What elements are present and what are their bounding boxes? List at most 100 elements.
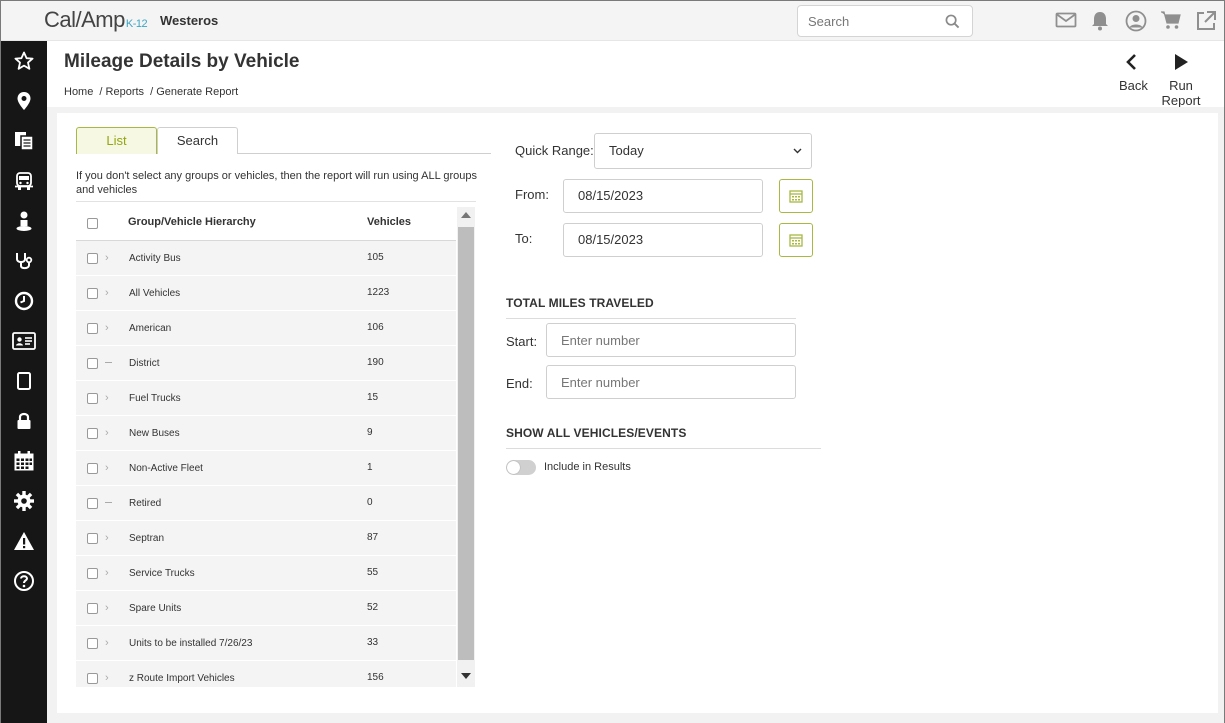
start-miles-input[interactable] xyxy=(546,323,796,357)
external-link-icon[interactable] xyxy=(1195,10,1218,32)
chevron-right-icon[interactable]: › xyxy=(105,287,109,299)
chevron-left-icon xyxy=(1126,54,1136,70)
chevron-right-icon[interactable]: › xyxy=(105,602,109,614)
table-row[interactable]: › Units to be installed 7/26/23 33 xyxy=(76,626,456,661)
row-checkbox[interactable] xyxy=(87,533,98,544)
table-row[interactable]: › American 106 xyxy=(76,311,456,346)
user-icon[interactable] xyxy=(1125,10,1148,32)
row-checkbox[interactable] xyxy=(87,288,98,299)
lock-icon[interactable] xyxy=(12,409,36,433)
row-checkbox[interactable] xyxy=(87,638,98,649)
total-miles-heading: TOTAL MILES TRAVELED xyxy=(506,296,654,310)
table-row[interactable]: › Service Trucks 55 xyxy=(76,556,456,591)
page-title: Mileage Details by Vehicle xyxy=(64,51,300,72)
table-row[interactable]: › Fuel Trucks 15 xyxy=(76,381,456,416)
chevron-right-icon[interactable]: › xyxy=(105,252,109,264)
mail-icon[interactable] xyxy=(1055,10,1078,32)
chevron-right-icon[interactable]: › xyxy=(105,672,109,684)
vehicle-count: 87 xyxy=(367,532,379,543)
table-row[interactable]: › Spare Units 52 xyxy=(76,591,456,626)
to-calendar-button[interactable] xyxy=(779,223,813,257)
documents-icon[interactable] xyxy=(12,129,36,153)
table-row[interactable]: Retired 0 xyxy=(76,486,456,521)
end-miles-input[interactable] xyxy=(546,365,796,399)
group-name: Retired xyxy=(129,498,162,509)
calamp-logo[interactable]: Cal/AmpK-12 xyxy=(44,7,148,33)
chevron-right-icon[interactable]: › xyxy=(105,462,109,474)
quick-range-value: Today xyxy=(609,143,644,158)
logo-text: Cal/Amp xyxy=(44,7,125,32)
breadcrumb-home[interactable]: Home xyxy=(64,86,93,98)
end-label: End: xyxy=(506,376,533,391)
chevron-right-icon[interactable]: › xyxy=(105,392,109,404)
select-all-checkbox[interactable] xyxy=(87,218,98,229)
cart-icon[interactable] xyxy=(1160,10,1183,32)
bus-icon[interactable] xyxy=(12,169,36,193)
search-input[interactable] xyxy=(798,6,938,36)
group-name: Activity Bus xyxy=(129,253,181,264)
from-calendar-button[interactable] xyxy=(779,179,813,213)
search-icon[interactable] xyxy=(945,14,960,32)
row-checkbox[interactable] xyxy=(87,568,98,579)
help-icon[interactable] xyxy=(12,569,36,593)
gear-icon[interactable] xyxy=(12,489,36,513)
table-row[interactable]: › z Route Import Vehicles 156 xyxy=(76,661,456,687)
vehicle-count: 1 xyxy=(367,462,373,473)
table-row[interactable]: › Non-Active Fleet 1 xyxy=(76,451,456,486)
driver-icon[interactable] xyxy=(12,209,36,233)
clock-icon[interactable] xyxy=(12,289,36,313)
star-icon[interactable] xyxy=(12,49,36,73)
calendar-icon[interactable] xyxy=(12,449,36,473)
tablet-icon[interactable] xyxy=(12,369,36,393)
scroll-down-arrow-icon[interactable] xyxy=(461,673,471,679)
warning-icon[interactable] xyxy=(12,529,36,553)
location-pin-icon[interactable] xyxy=(12,89,36,113)
include-in-results-toggle[interactable] xyxy=(506,460,536,475)
table-row[interactable]: › New Buses 9 xyxy=(76,416,456,451)
tab-list[interactable]: List xyxy=(76,127,157,154)
to-date-input[interactable]: 08/15/2023 xyxy=(563,223,763,257)
run-report-button[interactable]: Run Report xyxy=(1156,53,1206,108)
group-name: Septran xyxy=(129,533,165,544)
calendar-icon xyxy=(789,234,803,247)
group-name: Spare Units xyxy=(129,603,182,614)
id-card-icon[interactable] xyxy=(12,329,36,353)
back-button[interactable]: Back xyxy=(1119,53,1148,93)
scroll-up-arrow-icon[interactable] xyxy=(461,212,471,218)
scrollbar-thumb[interactable] xyxy=(458,227,474,660)
table-row[interactable]: District 190 xyxy=(76,346,456,381)
bell-icon[interactable] xyxy=(1090,10,1113,32)
show-all-heading: SHOW ALL VEHICLES/EVENTS xyxy=(506,426,687,440)
vehicle-count: 1223 xyxy=(367,287,390,298)
row-checkbox[interactable] xyxy=(87,323,98,334)
row-checkbox[interactable] xyxy=(87,393,98,404)
breadcrumb-generate-report: / Generate Report xyxy=(150,86,239,98)
chevron-right-icon[interactable]: › xyxy=(105,427,109,439)
group-name: Service Trucks xyxy=(129,568,195,579)
chevron-right-icon[interactable]: › xyxy=(105,322,109,334)
logo-k12: K-12 xyxy=(125,18,148,30)
toggle-knob xyxy=(507,461,520,474)
row-checkbox[interactable] xyxy=(87,358,98,369)
row-checkbox[interactable] xyxy=(87,253,98,264)
chevron-right-icon[interactable]: › xyxy=(105,567,109,579)
column-header-hierarchy[interactable]: Group/Vehicle Hierarchy xyxy=(128,216,256,228)
chevron-right-icon[interactable]: › xyxy=(105,637,109,649)
row-checkbox[interactable] xyxy=(87,673,98,684)
tab-search[interactable]: Search xyxy=(157,127,238,154)
quick-range-select[interactable]: Today xyxy=(594,133,812,169)
column-header-vehicles[interactable]: Vehicles xyxy=(367,216,411,228)
quick-range-label: Quick Range: xyxy=(515,143,594,158)
chevron-right-icon[interactable]: › xyxy=(105,532,109,544)
row-checkbox[interactable] xyxy=(87,603,98,614)
from-date-input[interactable]: 08/15/2023 xyxy=(563,179,763,213)
table-scrollbar[interactable] xyxy=(457,207,475,687)
breadcrumb-reports[interactable]: / Reports xyxy=(99,86,144,98)
table-row[interactable]: › All Vehicles 1223 xyxy=(76,276,456,311)
table-row[interactable]: › Activity Bus 105 xyxy=(76,241,456,276)
row-checkbox[interactable] xyxy=(87,498,98,509)
table-row[interactable]: › Septran 87 xyxy=(76,521,456,556)
row-checkbox[interactable] xyxy=(87,428,98,439)
stethoscope-icon[interactable] xyxy=(12,249,36,273)
row-checkbox[interactable] xyxy=(87,463,98,474)
